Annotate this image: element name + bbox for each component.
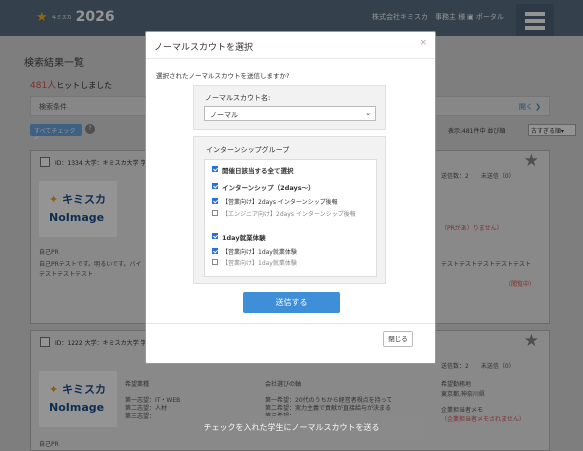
checkbox-label: 【営業向け】1day就業体験 xyxy=(222,249,297,256)
group-checkbox-item[interactable]: 開催日該当する全て選択 xyxy=(212,165,372,175)
checkbox-icon[interactable] xyxy=(212,259,218,265)
group-checkbox-item[interactable]: 【営業向け】1day就業体験 xyxy=(212,247,372,256)
checkbox-label: インターンシップ（2days〜） xyxy=(222,184,315,192)
divider xyxy=(146,58,435,59)
modal-title: ノーマルスカウトを選択 xyxy=(154,43,254,53)
scout-name-label: ノーマルスカウト名: xyxy=(205,94,271,102)
divider xyxy=(146,323,435,324)
scout-select-modal: ノーマルスカウトを選択 × 選択されたノーマルスカウトを送信しますか? ノーマル… xyxy=(145,31,436,364)
checkbox-label: 【エンジニア向け】2days インターンシップ後報 xyxy=(222,211,356,218)
scout-name-select[interactable]: ノーマル ⌄ xyxy=(204,106,376,121)
group-checkbox-item[interactable]: インターンシップ（2days〜） xyxy=(212,182,372,192)
group-checkbox-item[interactable]: 【営業向け】1day就業体験 xyxy=(212,258,372,267)
scout-name-section: ノーマルスカウト名: ノーマル ⌄ xyxy=(193,85,386,130)
send-normal-scout-bar[interactable]: チェックを入れた学生にノーマルスカウトを送る xyxy=(159,416,424,440)
chevron-down-icon: ⌄ xyxy=(365,109,371,117)
checkbox-icon[interactable] xyxy=(212,248,218,254)
checkbox-label: 【営業向け】1day就業体験 xyxy=(222,260,297,267)
checkbox-label: 開催日該当する全て選択 xyxy=(222,167,294,175)
internship-group-section: インターンシップグループ 開催日該当する全て選択インターンシップ（2days〜）… xyxy=(193,136,386,284)
scout-name-value: ノーマル xyxy=(210,111,238,119)
checkbox-icon[interactable] xyxy=(212,210,218,216)
confirm-question: 選択されたノーマルスカウトを送信しますか? xyxy=(156,72,290,80)
close-icon[interactable]: × xyxy=(419,38,427,48)
checkbox-icon[interactable] xyxy=(212,183,218,189)
group-checkbox-item[interactable]: 【営業向け】2days インターンシップ後報 xyxy=(212,197,372,206)
group-checkbox-item[interactable]: 【エンジニア向け】2days インターンシップ後報 xyxy=(212,209,372,218)
checkbox-label: 【営業向け】2days インターンシップ後報 xyxy=(222,199,338,206)
checkbox-label: 1day就業体験 xyxy=(222,234,266,242)
checkbox-icon[interactable] xyxy=(212,198,218,204)
group-checkbox-list: 開催日該当する全て選択インターンシップ（2days〜） 【営業向け】2days イ… xyxy=(204,159,377,277)
checkbox-icon[interactable] xyxy=(212,166,218,172)
close-button[interactable]: 閉じる xyxy=(383,331,413,347)
checkbox-icon[interactable] xyxy=(212,233,218,239)
send-button[interactable]: 送信する xyxy=(243,292,340,313)
group-label: インターンシップグループ xyxy=(206,146,290,154)
group-checkbox-item[interactable]: 1day就業体験 xyxy=(212,232,372,242)
